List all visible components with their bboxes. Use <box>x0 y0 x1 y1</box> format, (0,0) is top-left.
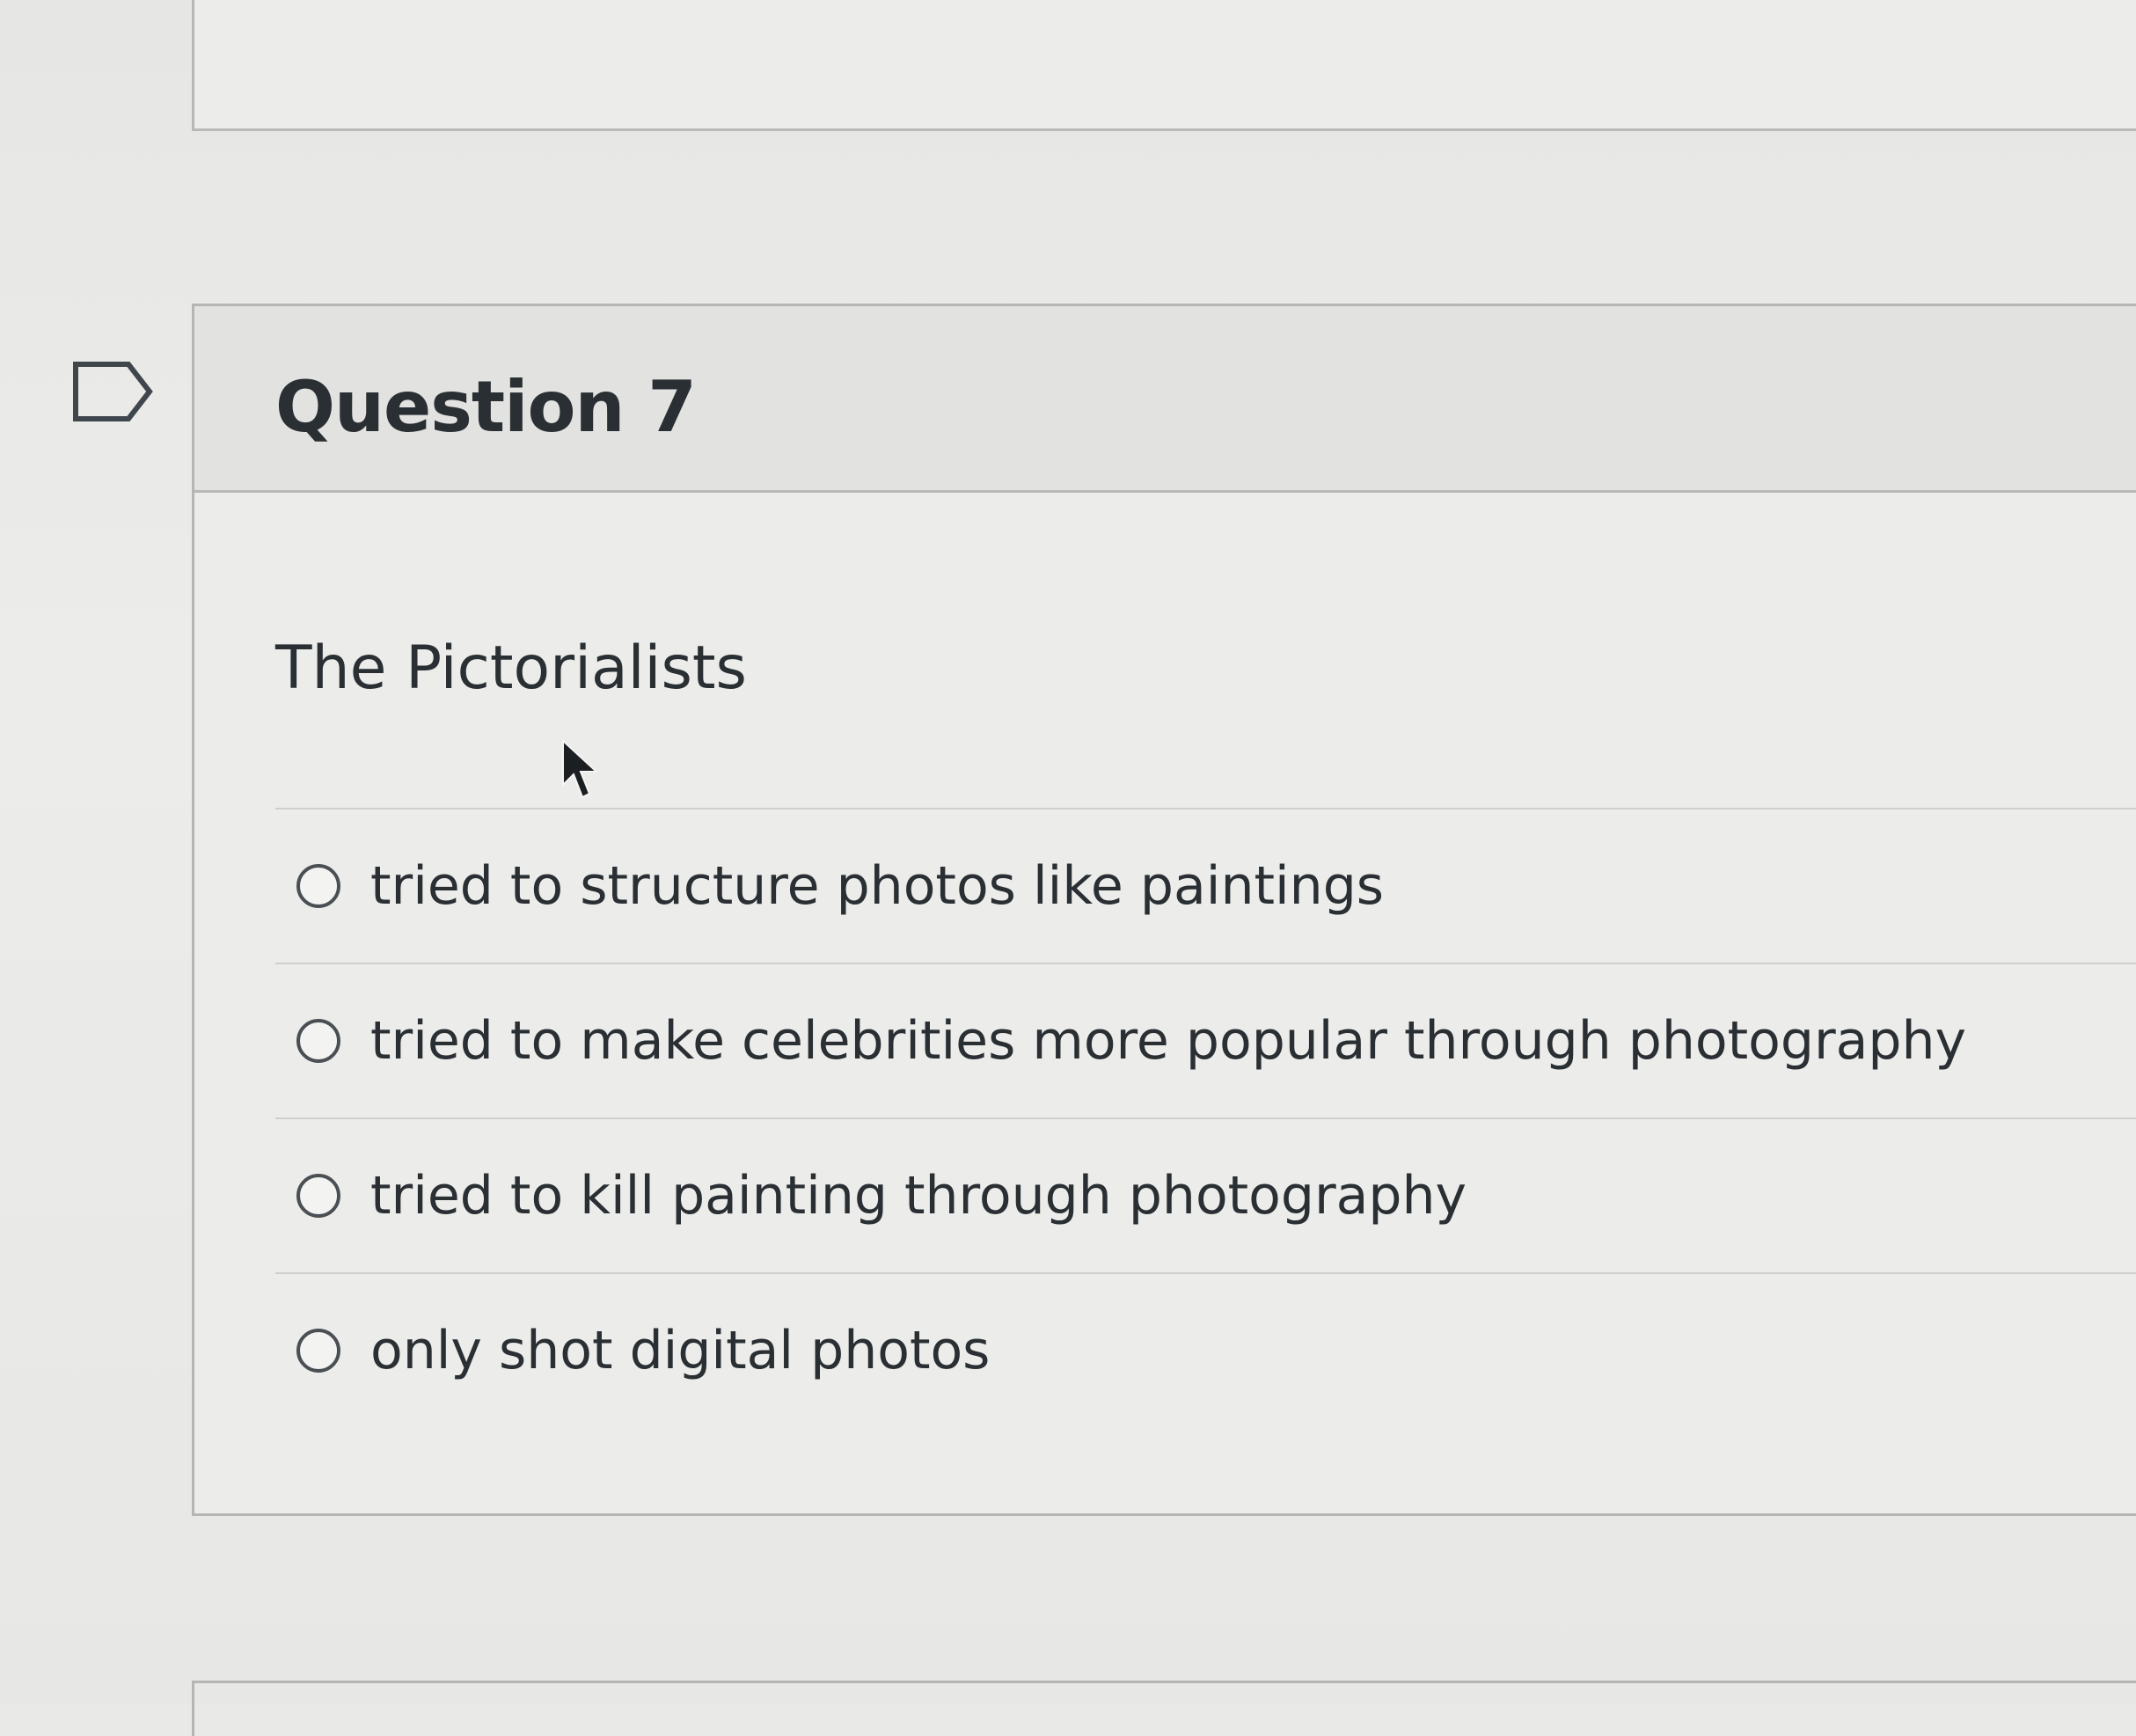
question-header: Question 7 <box>194 306 2136 493</box>
answer-label: tried to make celebrities more popular t… <box>370 1010 1967 1072</box>
answer-option-3[interactable]: tried to kill painting through photograp… <box>275 1117 2136 1272</box>
answer-option-2[interactable]: tried to make celebrities more popular t… <box>275 963 2136 1117</box>
radio-button[interactable] <box>296 1174 340 1218</box>
mouse-pointer-icon <box>562 739 599 799</box>
next-question-card <box>192 1681 2136 1736</box>
answer-list: tried to structure photos like paintings… <box>275 808 2136 1427</box>
answer-option-1[interactable]: tried to structure photos like paintings <box>275 808 2136 963</box>
question-card: Question 7 The Pictorialists tried to st… <box>192 304 2136 1516</box>
answer-label: tried to kill painting through photograp… <box>370 1165 1467 1227</box>
answer-label: tried to structure photos like paintings <box>370 855 1385 917</box>
radio-button[interactable] <box>296 864 340 908</box>
radio-button[interactable] <box>296 1019 340 1063</box>
bookmark-flag-icon[interactable] <box>72 361 155 422</box>
answer-option-4[interactable]: only shot digital photos <box>275 1272 2136 1427</box>
question-title: Question 7 <box>275 366 697 448</box>
answer-label: only shot digital photos <box>370 1320 991 1381</box>
question-prompt: The Pictorialists <box>275 634 747 703</box>
radio-button[interactable] <box>296 1329 340 1373</box>
previous-question-card <box>192 0 2136 131</box>
quiz-page: Question 7 The Pictorialists tried to st… <box>0 0 2136 1736</box>
